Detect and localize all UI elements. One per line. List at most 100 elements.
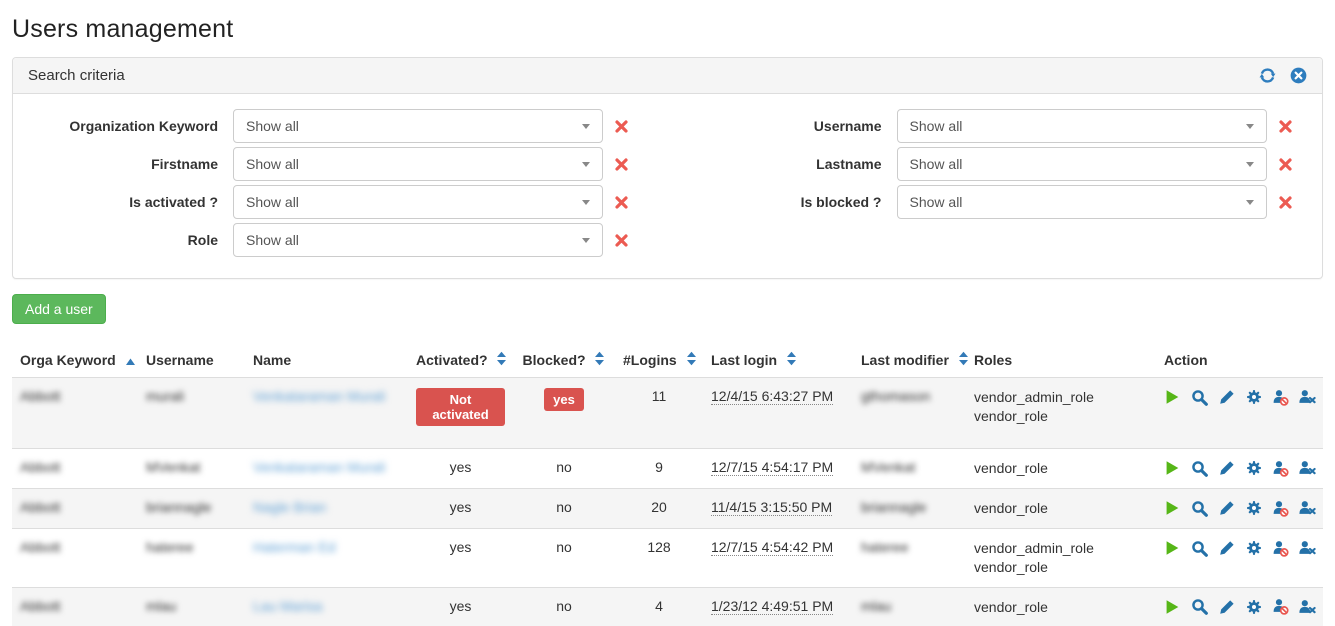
last-modifier-cell: MVenkat [853, 449, 966, 489]
username-cell: briannagle [138, 488, 245, 528]
blocked-cell: no [513, 488, 615, 528]
column-header[interactable]: Last login [703, 343, 853, 378]
orga-keyword-cell: Abbott [12, 528, 138, 587]
play-icon[interactable] [1164, 460, 1180, 476]
filter-select[interactable]: Show all [233, 223, 603, 257]
settings-icon[interactable] [1246, 599, 1262, 615]
filter-label: Is activated ? [28, 194, 233, 210]
edit-user-icon[interactable] [1219, 389, 1235, 405]
filter-select[interactable]: Show all [897, 147, 1267, 181]
column-header[interactable]: Blocked? [513, 343, 615, 378]
clear-filter-icon[interactable] [614, 119, 629, 134]
sort-asc-icon [125, 353, 136, 369]
blocked-cell: no [513, 587, 615, 626]
user-name-link[interactable]: Haterman Ed [253, 539, 335, 555]
username-cell: MVenkat [138, 449, 245, 489]
delete-user-icon[interactable] [1299, 500, 1316, 516]
add-user-button[interactable]: Add a user [12, 294, 106, 324]
filter-select[interactable]: Show all [897, 185, 1267, 219]
edit-user-icon[interactable] [1219, 460, 1235, 476]
view-user-icon[interactable] [1191, 598, 1208, 615]
clear-filter-icon[interactable] [614, 157, 629, 172]
last-modifier-cell: gthomason [853, 378, 966, 449]
role-label: vendor_role [974, 558, 1148, 577]
user-name-link[interactable]: Nagle Brian [253, 499, 326, 515]
last-modifier-cell: mlau [853, 587, 966, 626]
filter-row: Is blocked ? Show all [692, 185, 1308, 219]
play-icon[interactable] [1164, 500, 1180, 516]
delete-user-icon[interactable] [1299, 460, 1316, 476]
clear-filter-icon[interactable] [1278, 195, 1293, 210]
actions-cell [1156, 528, 1323, 587]
block-user-icon[interactable] [1273, 460, 1289, 477]
view-user-icon[interactable] [1191, 540, 1208, 557]
column-header[interactable]: Orga Keyword [12, 343, 138, 378]
settings-icon[interactable] [1246, 540, 1262, 556]
users-table: Orga Keyword Username Name Activated? Bl… [12, 343, 1323, 626]
activated-cell: yes [408, 587, 513, 626]
roles-cell: vendor_admin_rolevendor_role [966, 528, 1156, 587]
last-login-date: 1/23/12 4:49:51 PM [711, 598, 833, 615]
edit-user-icon[interactable] [1219, 599, 1235, 615]
edit-user-icon[interactable] [1219, 540, 1235, 556]
settings-icon[interactable] [1246, 460, 1262, 476]
table-row: Abbott murali Venkataraman Murali Not ac… [12, 378, 1323, 449]
user-name-link[interactable]: Lau Marisa [253, 598, 322, 614]
last-login-date: 12/7/15 4:54:17 PM [711, 459, 833, 476]
clear-filter-icon[interactable] [1278, 119, 1293, 134]
settings-icon[interactable] [1246, 500, 1262, 516]
view-user-icon[interactable] [1191, 389, 1208, 406]
filter-select[interactable]: Show all [897, 109, 1267, 143]
view-user-icon[interactable] [1191, 460, 1208, 477]
play-icon[interactable] [1164, 540, 1180, 556]
filter-row: Username Show all [692, 109, 1308, 143]
column-header[interactable]: Roles [966, 343, 1156, 378]
filter-label: Is blocked ? [692, 194, 897, 210]
blocked-cell: yes [513, 378, 615, 449]
block-user-icon[interactable] [1273, 389, 1289, 406]
play-icon[interactable] [1164, 599, 1180, 615]
roles-cell: vendor_admin_rolevendor_role [966, 378, 1156, 449]
orga-keyword-cell: Abbott [12, 378, 138, 449]
roles-cell: vendor_role [966, 488, 1156, 528]
activated-cell: yes [408, 528, 513, 587]
delete-user-icon[interactable] [1299, 599, 1316, 615]
refresh-icon[interactable] [1259, 67, 1276, 84]
filter-label: Lastname [692, 156, 897, 172]
edit-user-icon[interactable] [1219, 500, 1235, 516]
column-header[interactable]: #Logins [615, 343, 703, 378]
filter-select-value: Show all [246, 194, 299, 210]
close-panel-icon[interactable] [1290, 67, 1307, 84]
play-icon[interactable] [1164, 389, 1180, 405]
delete-user-icon[interactable] [1299, 540, 1316, 556]
column-header[interactable]: Activated? [408, 343, 513, 378]
user-name-link[interactable]: Venkataraman Murali [253, 459, 385, 475]
search-panel-header: Search criteria [13, 58, 1322, 94]
filter-row: Role Show all [28, 223, 668, 257]
block-user-icon[interactable] [1273, 598, 1289, 615]
view-user-icon[interactable] [1191, 500, 1208, 517]
column-header[interactable]: Username [138, 343, 245, 378]
role-label: vendor_role [974, 598, 1148, 617]
column-header[interactable]: Name [245, 343, 408, 378]
activated-cell: Not activated [408, 378, 513, 449]
clear-filter-icon[interactable] [1278, 157, 1293, 172]
filter-select[interactable]: Show all [233, 147, 603, 181]
chevron-down-icon [1246, 200, 1254, 205]
filter-row: Organization Keyword Show all [28, 109, 668, 143]
clear-filter-icon[interactable] [614, 233, 629, 248]
filter-select[interactable]: Show all [233, 109, 603, 143]
delete-user-icon[interactable] [1299, 389, 1316, 405]
block-user-icon[interactable] [1273, 500, 1289, 517]
filter-select[interactable]: Show all [233, 185, 603, 219]
role-label: vendor_role [974, 499, 1148, 518]
column-header[interactable]: Last modifier [853, 343, 966, 378]
filter-row: Lastname Show all [692, 147, 1308, 181]
block-user-icon[interactable] [1273, 540, 1289, 557]
column-header[interactable]: Action [1156, 343, 1323, 378]
chevron-down-icon [582, 200, 590, 205]
settings-icon[interactable] [1246, 389, 1262, 405]
user-name-link[interactable]: Venkataraman Murali [253, 388, 385, 404]
clear-filter-icon[interactable] [614, 195, 629, 210]
filter-select-value: Show all [910, 118, 963, 134]
